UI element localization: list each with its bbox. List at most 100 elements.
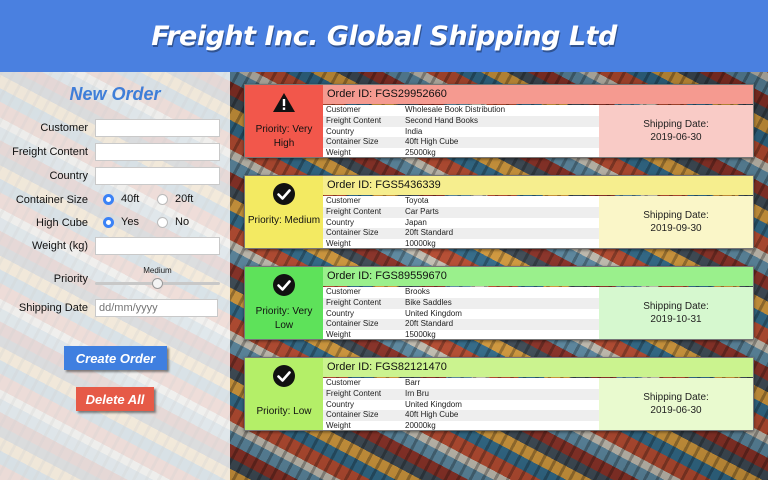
weight-row: Weight (kg) bbox=[0, 237, 230, 257]
priority-value: Medium bbox=[143, 266, 172, 275]
field-value: Brooks bbox=[405, 287, 430, 296]
shipping-date-label: Shipping Date: bbox=[643, 301, 709, 312]
table-row: Weight 10000kg bbox=[323, 239, 599, 250]
app-header: Freight Inc. Global Shipping Ltd bbox=[0, 0, 768, 72]
table-row: Container Size 40ft High Cube bbox=[323, 137, 599, 149]
radio-unselected-icon bbox=[157, 216, 168, 228]
country-input[interactable] bbox=[95, 167, 220, 185]
field-label: Container Size bbox=[326, 319, 379, 329]
field-value: Second Hand Books bbox=[405, 115, 478, 125]
table-row: Freight Content Second Hand Books bbox=[323, 115, 599, 127]
table-row: Container Size 20ft Standard bbox=[323, 228, 599, 240]
table-row: Freight Content Irn Bru bbox=[323, 388, 599, 400]
field-label: Country bbox=[326, 217, 355, 227]
table-row: Country Japan bbox=[323, 218, 599, 229]
table-row: Customer Toyota bbox=[323, 196, 599, 207]
shipping-date-label: Shipping Date bbox=[18, 302, 88, 314]
create-order-button[interactable]: Create Order bbox=[64, 346, 167, 370]
field-label: Container Size bbox=[326, 228, 379, 238]
radio-selected-icon bbox=[103, 216, 114, 228]
field-label: Country bbox=[326, 308, 355, 318]
warning-icon bbox=[273, 93, 295, 112]
weight-label: Weight (kg) bbox=[31, 240, 88, 252]
field-value: Car Parts bbox=[405, 206, 439, 216]
order-card: Priority: Low Order ID: FGS82121470 Cust… bbox=[244, 357, 754, 431]
order-details-table: Customer Brooks Freight Content Bike Saddle… bbox=[323, 287, 599, 339]
field-value: Irn Bru bbox=[405, 388, 430, 398]
shipping-date-value: 2019-09-30 bbox=[650, 223, 702, 234]
form-title: New Order bbox=[69, 84, 161, 104]
table-row: Weight 25000kg bbox=[323, 148, 599, 159]
weight-input[interactable] bbox=[95, 237, 220, 255]
high-cube-no-label: No bbox=[175, 216, 190, 228]
customer-input[interactable] bbox=[95, 119, 220, 137]
field-label: Country bbox=[326, 126, 355, 136]
table-row: Container Size 40ft High Cube bbox=[323, 410, 599, 422]
customer-row: Customer bbox=[0, 119, 230, 139]
table-row: Container Size 20ft Standard bbox=[323, 319, 599, 331]
field-value: 10000kg bbox=[405, 239, 436, 249]
shipping-date-label: Shipping Date: bbox=[643, 119, 709, 130]
field-value: 20ft Standard bbox=[405, 319, 454, 329]
table-row: Country United Kingdom bbox=[323, 400, 599, 411]
priority-text: Priority: Medium bbox=[247, 215, 321, 226]
priority-slider[interactable]: Medium bbox=[95, 266, 220, 294]
customer-label: Customer bbox=[40, 122, 88, 134]
field-value: Barr bbox=[405, 378, 421, 387]
field-label: Customer bbox=[326, 105, 361, 114]
radio-selected-icon bbox=[103, 193, 114, 205]
slider-thumb[interactable] bbox=[152, 278, 163, 289]
country-row: Country bbox=[0, 167, 230, 187]
field-label: Weight bbox=[326, 421, 351, 431]
shipping-date-label: Shipping Date: bbox=[643, 392, 709, 403]
order-card: Priority: Very High Order ID: FGS2995266… bbox=[244, 84, 754, 158]
field-label: Weight bbox=[326, 148, 351, 158]
radio-unselected-icon bbox=[157, 193, 168, 205]
field-value: United Kingdom bbox=[405, 399, 462, 409]
priority-column: Priority: Medium bbox=[245, 176, 323, 248]
priority-row: Priority Medium bbox=[0, 266, 230, 294]
priority-column: Priority: Low bbox=[245, 358, 323, 430]
field-label: Freight Content bbox=[326, 115, 382, 125]
high-cube-no-radio[interactable]: No bbox=[157, 216, 189, 228]
high-cube-label: High Cube bbox=[36, 217, 88, 229]
table-row: Customer Barr bbox=[323, 378, 599, 389]
page-title: Freight Inc. Global Shipping Ltd bbox=[151, 20, 617, 52]
field-value: Japan bbox=[405, 217, 427, 227]
table-row: Freight Content Car Parts bbox=[323, 206, 599, 218]
shipping-date-row: Shipping Date bbox=[0, 299, 230, 319]
shipping-date-panel: Shipping Date: 2019-06-30 bbox=[599, 378, 753, 430]
field-value: 20000kg bbox=[405, 421, 436, 431]
order-id: Order ID: FGS82121470 bbox=[323, 358, 753, 377]
shipping-date-value: 2019-06-30 bbox=[650, 405, 702, 416]
order-id: Order ID: FGS89559670 bbox=[323, 267, 753, 286]
order-card: Priority: Very Low Order ID: FGS89559670… bbox=[244, 266, 754, 340]
new-order-form: New Order Customer Freight Content Count… bbox=[0, 72, 230, 480]
delete-all-button[interactable]: Delete All bbox=[76, 387, 154, 411]
field-label: Container Size bbox=[326, 410, 379, 420]
check-icon bbox=[273, 365, 295, 387]
field-value: Bike Saddles bbox=[405, 297, 452, 307]
container-40ft-radio[interactable]: 40ft bbox=[103, 193, 139, 205]
priority-text: Priority: Low bbox=[256, 406, 312, 417]
field-label: Customer bbox=[326, 196, 361, 205]
field-label: Container Size bbox=[326, 137, 379, 147]
shipping-date-input[interactable] bbox=[95, 299, 218, 317]
field-label: Country bbox=[326, 399, 355, 409]
table-row: Country India bbox=[323, 127, 599, 138]
order-card: Priority: Medium Order ID: FGS5436339 Cu… bbox=[244, 175, 754, 249]
priority-label: Priority bbox=[53, 273, 88, 285]
field-label: Freight Content bbox=[326, 388, 382, 398]
field-value: India bbox=[405, 126, 423, 136]
table-row: Weight 20000kg bbox=[323, 421, 599, 432]
high-cube-yes-radio[interactable]: Yes bbox=[103, 216, 139, 228]
field-value: 15000kg bbox=[405, 330, 436, 340]
container-20ft-radio[interactable]: 20ft bbox=[157, 193, 193, 205]
priority-text: Priority: Very Low bbox=[255, 306, 313, 331]
shipping-date-label: Shipping Date: bbox=[643, 210, 709, 221]
freight-content-label: Freight Content bbox=[12, 146, 88, 158]
freight-content-input[interactable] bbox=[95, 143, 220, 161]
field-label: Freight Content bbox=[326, 206, 382, 216]
field-label: Weight bbox=[326, 330, 351, 340]
priority-column: Priority: Very Low bbox=[245, 267, 323, 339]
